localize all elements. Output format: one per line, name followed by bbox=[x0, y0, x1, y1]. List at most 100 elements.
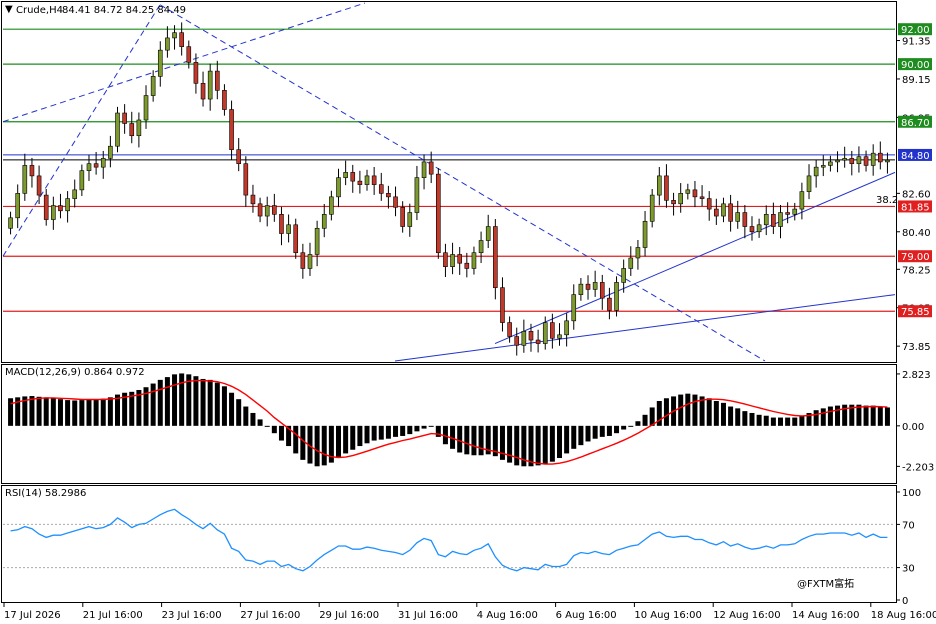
candle-body bbox=[842, 158, 847, 161]
green-level-label: 90.00 bbox=[901, 60, 930, 71]
macd-bar bbox=[79, 400, 85, 426]
candle bbox=[393, 186, 398, 217]
candle-body bbox=[535, 339, 541, 344]
candle bbox=[122, 104, 127, 134]
candle-body bbox=[471, 252, 477, 269]
watermark: @FXTM富拓 bbox=[797, 577, 854, 590]
candle bbox=[592, 270, 598, 297]
macd-bar bbox=[421, 425, 427, 429]
rsi-panel-frame bbox=[1, 485, 897, 603]
symbol-label: Crude,H4 bbox=[16, 5, 63, 16]
candle bbox=[250, 184, 256, 213]
macd-bar bbox=[799, 415, 805, 426]
candle bbox=[58, 193, 63, 219]
ohlc-label: 84.41 84.72 84.25 84.49 bbox=[62, 5, 186, 16]
channel-line-upper bbox=[2, 2, 366, 123]
candle bbox=[485, 214, 491, 249]
candle-body bbox=[642, 220, 648, 248]
candle bbox=[578, 278, 584, 301]
macd-title: MACD(12,26,9) 0.864 0.972 bbox=[5, 367, 145, 378]
candle-body bbox=[664, 175, 669, 201]
candle bbox=[150, 70, 156, 102]
candle-body bbox=[314, 227, 320, 255]
rsi-tick-label: 70 bbox=[902, 520, 915, 531]
candle-body bbox=[222, 90, 227, 110]
candle-body bbox=[236, 149, 241, 164]
price-tick-label: 89.15 bbox=[902, 75, 931, 86]
candle bbox=[564, 313, 569, 347]
macd-bar bbox=[72, 400, 78, 426]
candle-body bbox=[692, 189, 698, 198]
candle bbox=[428, 151, 434, 184]
candle-body bbox=[885, 159, 890, 163]
price-tick-label: 91.35 bbox=[902, 37, 931, 48]
macd-bar bbox=[628, 425, 634, 427]
macd-bar bbox=[193, 376, 199, 426]
candle-body bbox=[29, 165, 35, 177]
candle-body bbox=[257, 203, 263, 217]
macd-bar bbox=[763, 415, 769, 426]
candle bbox=[671, 192, 676, 216]
candle bbox=[229, 100, 234, 160]
candle-body bbox=[649, 194, 655, 222]
macd-bar bbox=[606, 425, 612, 436]
macd-bar bbox=[756, 414, 762, 426]
candle bbox=[321, 204, 327, 238]
chart-canvas[interactable]: 91.3589.1586.9582.6080.4078.2576.0573.85… bbox=[0, 0, 936, 624]
macd-bar bbox=[385, 425, 391, 439]
price-panel-frame bbox=[1, 1, 897, 363]
candle-body bbox=[550, 322, 555, 339]
current-price-label: 84.80 bbox=[901, 151, 930, 162]
candle bbox=[799, 182, 805, 220]
candle-body bbox=[828, 161, 833, 166]
macd-bar bbox=[706, 398, 712, 426]
candle bbox=[72, 179, 78, 208]
candle-body bbox=[115, 112, 120, 147]
candle-body bbox=[407, 212, 413, 227]
macd-bar bbox=[735, 408, 741, 426]
candle bbox=[599, 274, 605, 310]
candle bbox=[179, 22, 184, 56]
macd-bar bbox=[236, 399, 242, 426]
fib-label: 38.2 bbox=[876, 195, 898, 206]
candle-body bbox=[8, 217, 13, 229]
macd-bar bbox=[172, 374, 178, 426]
candle bbox=[414, 165, 420, 221]
candle bbox=[878, 141, 883, 170]
rsi-line bbox=[10, 508, 888, 572]
candle-body bbox=[878, 152, 883, 163]
candle-body bbox=[229, 109, 234, 150]
candle-body bbox=[557, 334, 562, 339]
candle bbox=[678, 183, 683, 213]
candle-body bbox=[614, 282, 619, 311]
candle bbox=[457, 246, 462, 275]
macd-bar bbox=[827, 406, 833, 426]
macd-bar bbox=[50, 398, 56, 426]
candle bbox=[842, 146, 847, 168]
macd-bar bbox=[407, 425, 413, 435]
macd-bar bbox=[635, 421, 641, 426]
candle-body bbox=[478, 240, 484, 254]
macd-bar bbox=[820, 408, 826, 426]
candle bbox=[200, 71, 206, 107]
macd-panel-frame bbox=[1, 364, 897, 484]
candle bbox=[557, 323, 562, 346]
macd-bar bbox=[514, 425, 520, 466]
rsi-tick-label: 0 bbox=[902, 596, 908, 607]
candle bbox=[742, 205, 748, 239]
macd-bar bbox=[150, 383, 156, 426]
candle bbox=[856, 146, 862, 173]
macd-bar bbox=[221, 386, 227, 426]
candle bbox=[478, 231, 484, 264]
macd-bar bbox=[614, 425, 620, 434]
price-tick-label: 78.25 bbox=[902, 265, 931, 276]
candle-body bbox=[443, 252, 448, 267]
menu-arrow-icon[interactable]: ▼ bbox=[5, 4, 13, 15]
candle bbox=[436, 168, 441, 259]
candle-body bbox=[336, 177, 341, 198]
candle bbox=[699, 185, 705, 207]
macd-bar bbox=[107, 397, 113, 426]
candle bbox=[471, 246, 477, 275]
candle bbox=[65, 191, 70, 223]
candle-body bbox=[714, 208, 719, 217]
